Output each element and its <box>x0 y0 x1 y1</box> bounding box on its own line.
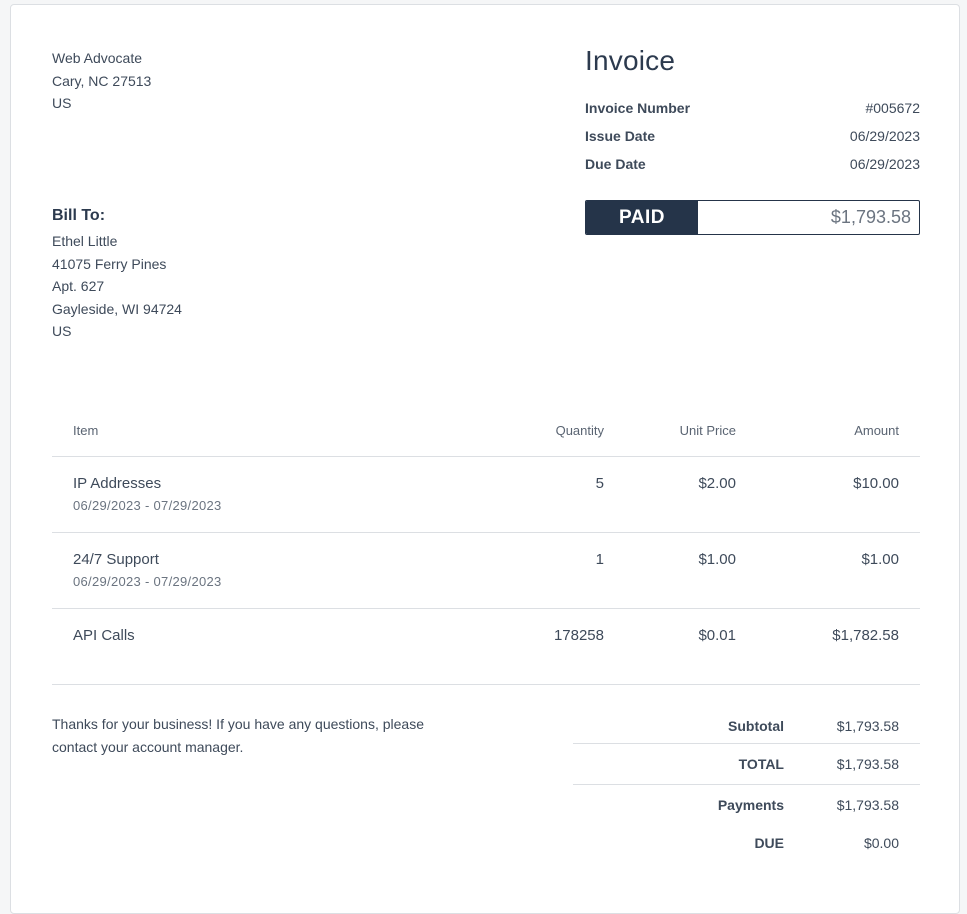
quantity-cell: 5 <box>595 475 604 492</box>
table-header: Item Quantity Unit Price Amount <box>52 415 920 457</box>
quantity-cell: 178258 <box>553 627 604 644</box>
bill-to-line: Apt. 627 <box>52 278 105 294</box>
table-row: 24/7 Support 06/29/2023 - 07/29/2023 1 $… <box>52 533 920 609</box>
item-cell: IP Addresses 06/29/2023 - 07/29/2023 <box>52 457 492 532</box>
table-row: API Calls 178258 $0.01 $1,782.58 <box>52 609 920 685</box>
invoice-title: Invoice <box>585 45 676 76</box>
meta-label: Issue Date <box>585 128 656 144</box>
meta-value: 06/29/2023 <box>849 128 920 144</box>
meta-row-invoice-number: Invoice Number #005672 <box>585 98 920 126</box>
unit-price-cell: $1.00 <box>698 551 736 568</box>
amount-cell: $1.00 <box>861 551 899 568</box>
meta-row-due-date: Due Date 06/29/2023 <box>585 154 920 182</box>
item-name: 24/7 Support <box>73 551 159 568</box>
sender-address: Web Advocate Cary, NC 27513 US <box>52 47 151 115</box>
subtotal-value: $1,793.58 <box>836 717 899 734</box>
amount-cell: $10.00 <box>853 475 899 492</box>
due-row: DUE $0.00 <box>573 825 920 860</box>
invoice-page: Web Advocate Cary, NC 27513 US Invoice I… <box>10 4 960 914</box>
due-value: $0.00 <box>863 834 899 851</box>
header-item: Item <box>73 423 99 438</box>
item-cell: API Calls <box>52 609 492 684</box>
status-badge: PAID <box>586 201 698 234</box>
bill-to-line: 41075 Ferry Pines <box>52 255 167 272</box>
header-unit-price: Unit Price <box>679 423 736 438</box>
payments-row: Payments $1,793.58 <box>573 784 920 825</box>
sender-country: US <box>52 95 72 111</box>
subtotal-label: Subtotal <box>728 717 784 734</box>
quantity-cell: 1 <box>595 551 604 568</box>
payments-value: $1,793.58 <box>836 797 899 813</box>
subtotal-row: Subtotal $1,793.58 <box>573 708 920 743</box>
bill-to-heading: Bill To: <box>52 207 106 224</box>
totals-block: Subtotal $1,793.58 TOTAL $1,793.58 Payme… <box>573 708 920 860</box>
item-name: IP Addresses <box>73 475 162 492</box>
payment-status-box: PAID $1,793.58 <box>585 200 920 235</box>
sender-city-line: Cary, NC 27513 <box>52 72 152 89</box>
amount-cell: $1,782.58 <box>832 627 899 644</box>
bill-to-line: Ethel Little <box>52 233 118 249</box>
thank-you-note: Thanks for your business! If you have an… <box>52 716 424 755</box>
total-label: TOTAL <box>738 756 784 772</box>
meta-label: Due Date <box>585 156 646 172</box>
payments-label: Payments <box>717 797 784 813</box>
header-amount: Amount <box>854 423 899 438</box>
bill-to-line: Gayleside, WI 94724 <box>52 300 182 317</box>
bill-to-address: Ethel Little 41075 Ferry Pines Apt. 627 … <box>52 230 182 343</box>
meta-value: #005672 <box>865 100 920 116</box>
total-row: TOTAL $1,793.58 <box>573 743 920 784</box>
table-row: IP Addresses 06/29/2023 - 07/29/2023 5 $… <box>52 457 920 533</box>
item-period: 06/29/2023 - 07/29/2023 <box>73 574 222 589</box>
invoice-meta: Invoice Number #005672 Issue Date 06/29/… <box>585 98 920 182</box>
item-period: 06/29/2023 - 07/29/2023 <box>73 498 222 513</box>
bill-to-line: US <box>52 323 72 339</box>
sender-name: Web Advocate <box>52 50 143 66</box>
due-label: DUE <box>754 834 784 851</box>
meta-value: 06/29/2023 <box>849 156 920 172</box>
line-items-table: Item Quantity Unit Price Amount IP Addre… <box>52 415 920 685</box>
total-value: $1,793.58 <box>836 756 899 772</box>
meta-row-issue-date: Issue Date 06/29/2023 <box>585 126 920 154</box>
item-cell: 24/7 Support 06/29/2023 - 07/29/2023 <box>52 533 492 608</box>
unit-price-cell: $2.00 <box>698 475 736 492</box>
status-amount: $1,793.58 <box>830 207 911 227</box>
item-name: API Calls <box>73 627 135 644</box>
meta-label: Invoice Number <box>585 100 691 116</box>
unit-price-cell: $0.01 <box>698 627 736 644</box>
header-quantity: Quantity <box>555 423 604 438</box>
